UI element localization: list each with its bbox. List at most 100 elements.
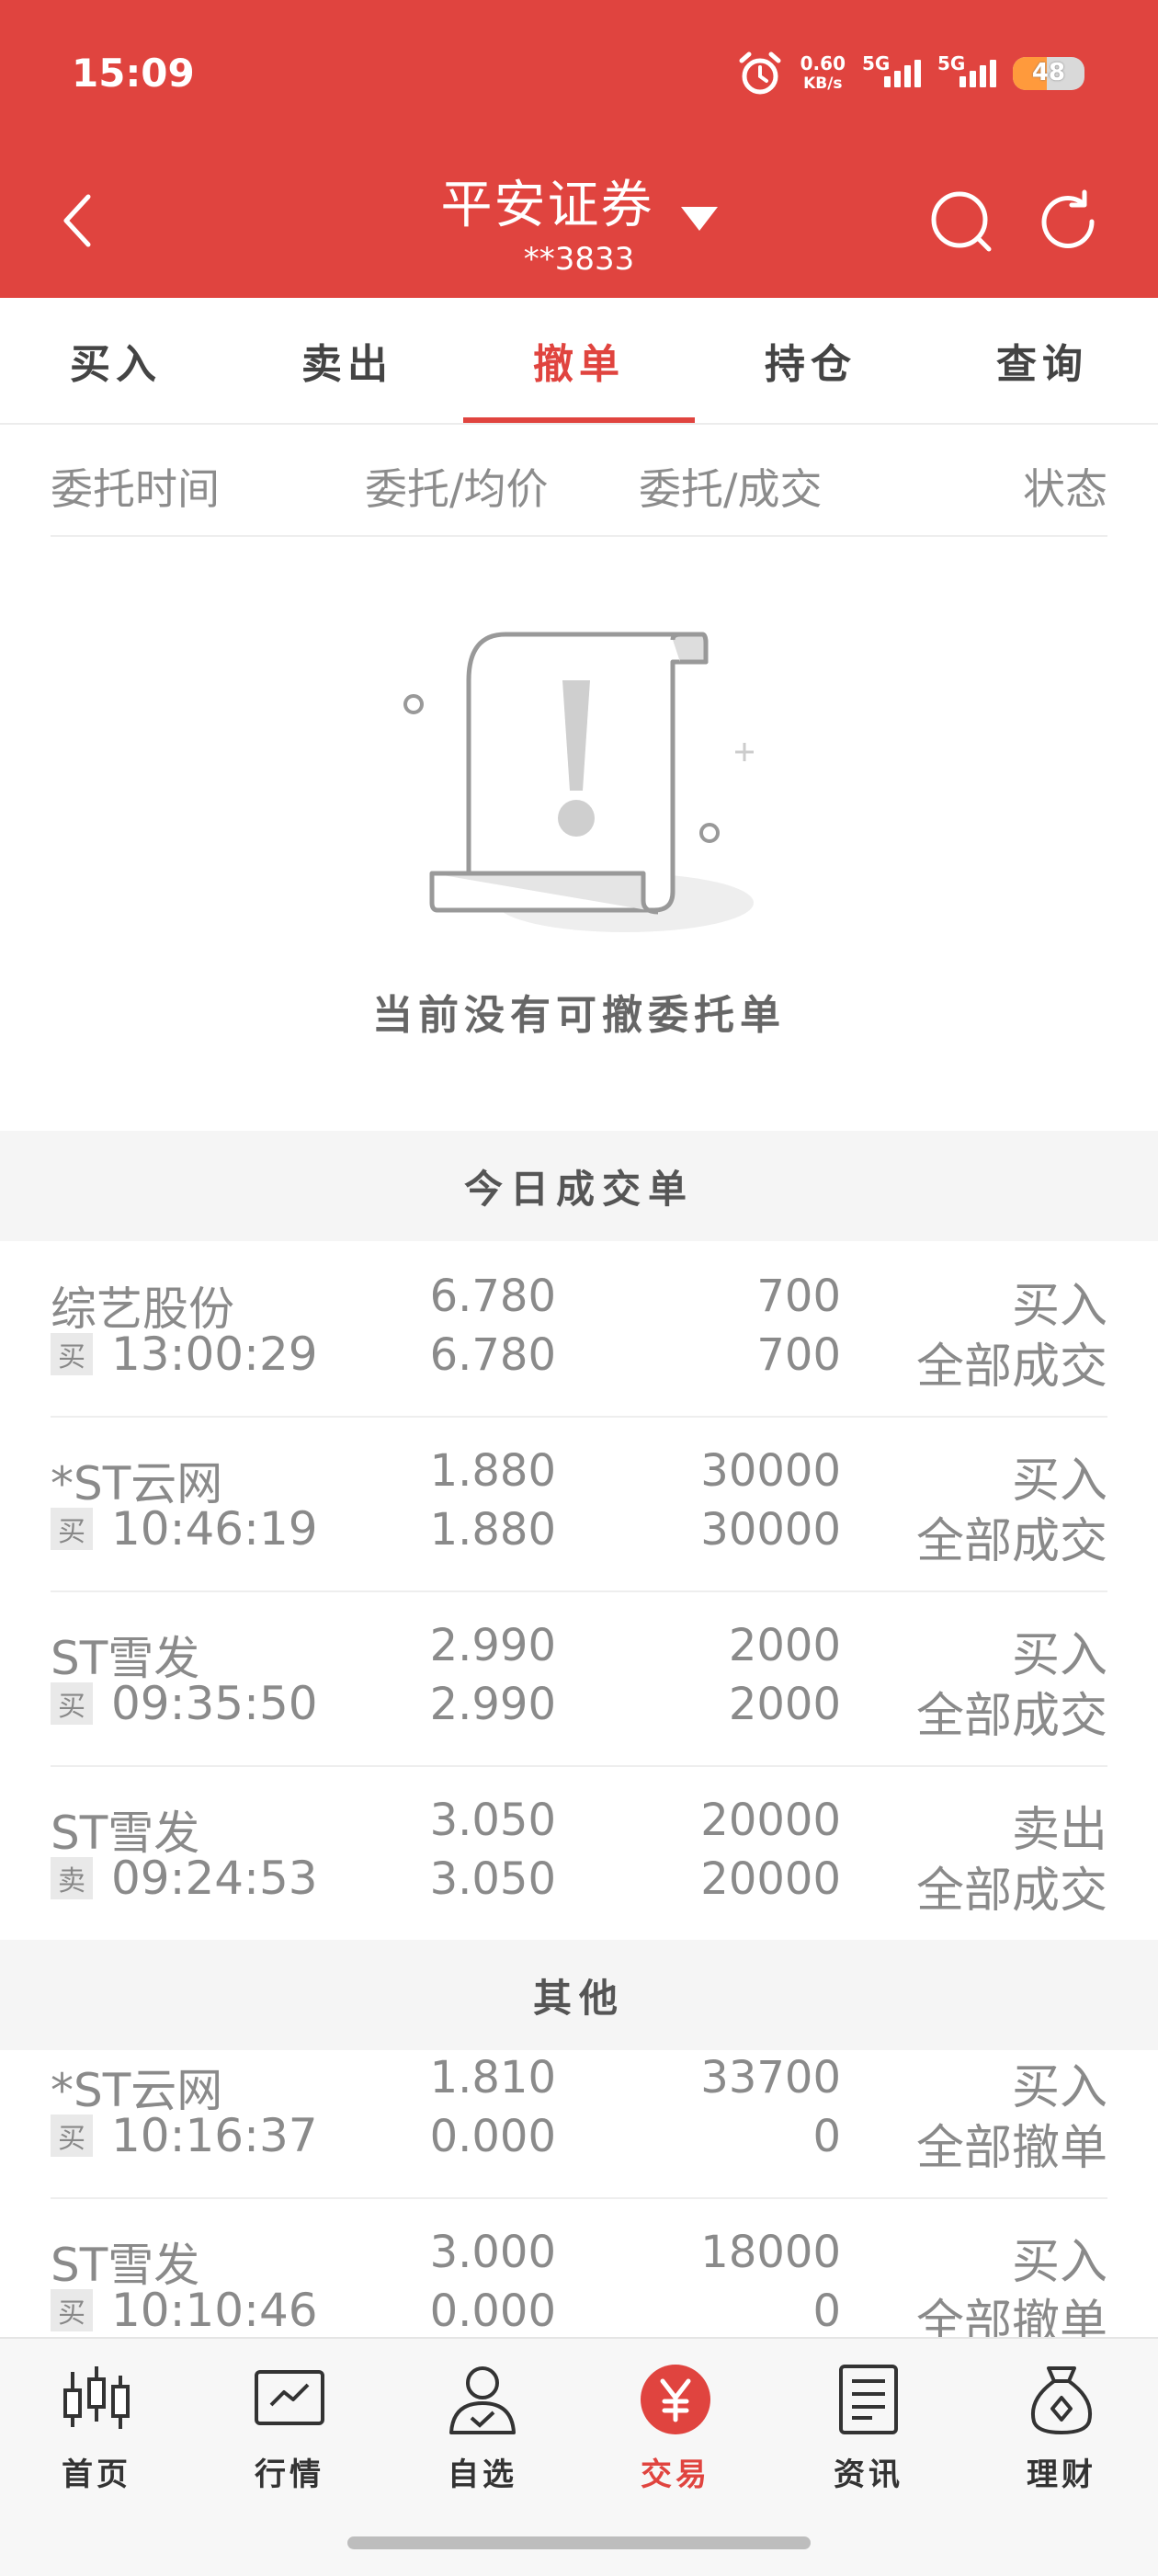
market-chart-icon [255,2370,324,2425]
col-qty: 委托/成交 [639,464,823,514]
alarm-icon [739,51,781,95]
side-badge: 买 [51,1682,93,1725]
home-indicator[interactable] [347,2536,811,2549]
nav-label-news: 资讯 [834,2456,903,2493]
filled-qty: 0 [812,2285,841,2337]
order-qty: 20000 [700,1795,841,1846]
avg-price: 2.990 [429,1679,556,1730]
filled-qty: 30000 [700,1504,841,1556]
avg-price: 3.050 [429,1853,556,1905]
tab-cancel[interactable]: 撤单 [463,298,695,423]
side-badge: 买 [51,2289,93,2331]
order-side: 买入 [1011,1453,1107,1509]
net-speed-unit: KB/s [803,74,843,93]
order-time: 10:46:19 [111,1502,318,1556]
order-qty: 700 [756,1271,841,1322]
nav-label-home: 首页 [62,2456,131,2493]
signal-1-icon: 5G [862,52,921,87]
nav-label-wealth: 理财 [1027,2456,1096,2493]
order-row[interactable]: *ST云网买 10:46:19 1.880 1.880 30000 30000 买入 全部成交 [51,1418,1107,1592]
order-price: 3.000 [429,2227,556,2278]
tab-query[interactable]: 查询 [926,298,1158,423]
signal-2-icon: 5G [937,52,996,87]
nav-item-news[interactable]: 资讯 [772,2363,965,2519]
order-row[interactable]: *ST云网买 10:16:37 1.810 0.000 33700 0 买入 全部撤单 [51,2024,1107,2199]
order-row[interactable]: ST雪发买 10:10:46 3.000 0.000 18000 0 买入 全部撤单 [51,2199,1107,2337]
col-price: 委托/均价 [365,464,549,514]
candlestick-icon [63,2366,130,2429]
trade-tabs: 买入 卖出 撤单 持仓 查询 [0,298,1158,425]
order-side: 买入 [1011,2060,1107,2115]
order-status: 全部成交 [915,1864,1107,1919]
sim2-tag: 5G [937,52,966,74]
order-qty: 33700 [700,2052,841,2103]
order-status: 全部成交 [915,1689,1107,1744]
order-qty: 2000 [728,1620,841,1671]
status-time: 15:09 [72,51,195,96]
order-time: 13:00:29 [111,1328,318,1381]
app-header: 15:09 0.60 KB/s 5G 5G 48 平安证券 **3833 [0,0,1158,298]
other-orders-list: *ST云网买 10:16:37 1.810 0.000 33700 0 买入 全部撤单 ST雪发… [0,2023,1158,2337]
tab-sell[interactable]: 卖出 [232,298,463,423]
battery-level: 48 [1031,59,1066,86]
net-speed: 0.60 KB/s [800,53,846,94]
empty-document-icon [403,632,754,932]
dropdown-caret-icon [680,206,718,231]
empty-message: 当前没有可撤委托单 [372,992,786,1039]
refresh-icon[interactable] [1037,188,1103,255]
nav-label-trade: 交易 [641,2456,710,2493]
nav-item-watchlist[interactable]: 自选 [386,2363,579,2519]
avg-price: 0.000 [429,2285,556,2337]
order-row[interactable]: ST雪发卖 09:24:53 3.050 3.050 20000 20000 卖出 全部成交 [51,1767,1107,1942]
side-badge: 买 [51,1508,93,1550]
nav-item-wealth[interactable]: 理财 [965,2363,1158,2519]
page-title: 平安证券 [440,176,654,235]
yuan-icon [641,2365,710,2434]
order-status: 全部撤单 [915,2296,1107,2337]
order-time: 10:16:37 [111,2109,318,2162]
order-price: 3.050 [429,1795,556,1846]
nav-item-trade[interactable]: 交易 [579,2363,772,2519]
order-qty: 18000 [700,2227,841,2278]
battery-icon: 48 [1013,57,1084,90]
avg-price: 0.000 [429,2111,556,2162]
filled-qty: 700 [756,1329,841,1381]
filled-qty: 20000 [700,1853,841,1905]
order-row[interactable]: 综艺股份买 13:00:29 6.780 6.780 700 700 买入 全部成交 [51,1243,1107,1418]
order-status: 全部成交 [915,1339,1107,1395]
side-badge: 买 [51,2114,93,2157]
net-speed-value: 0.60 [800,52,846,74]
order-price: 2.990 [429,1620,556,1671]
tab-buy[interactable]: 买入 [0,298,232,423]
avg-price: 1.880 [429,1504,556,1556]
nav-item-market[interactable]: 行情 [193,2363,386,2519]
col-status: 状态 [1023,464,1107,514]
order-time: 10:10:46 [111,2284,318,2337]
col-time: 委托时间 [51,464,220,514]
order-price: 1.810 [429,2052,556,2103]
filled-qty: 0 [812,2111,841,2162]
order-status: 全部撤单 [915,2121,1107,2176]
column-header: 委托时间 委托/均价 委托/成交 状态 [51,425,1107,537]
nav-label-market: 行情 [255,2456,324,2493]
order-row[interactable]: ST雪发买 09:35:50 2.990 2.990 2000 2000 买入 全部成交 [51,1592,1107,1767]
nav-label-watchlist: 自选 [448,2456,517,2493]
search-icon[interactable] [928,188,994,255]
side-badge: 卖 [51,1857,93,1899]
tab-holdings[interactable]: 持仓 [695,298,926,423]
order-side: 买入 [1011,1279,1107,1334]
order-side: 买入 [1011,1628,1107,1683]
sim1-tag: 5G [862,52,891,74]
order-price: 6.780 [429,1271,556,1322]
order-time: 09:35:50 [111,1677,318,1730]
money-bag-icon [1031,2366,1092,2435]
order-status: 全部成交 [915,1514,1107,1569]
order-time: 09:24:53 [111,1852,318,1905]
today-section-title: 今日成交单 [0,1131,1158,1241]
order-qty: 30000 [700,1445,841,1497]
nav-item-home[interactable]: 首页 [0,2363,193,2519]
news-doc-icon [839,2365,898,2434]
order-side: 卖出 [1011,1803,1107,1858]
user-check-icon [449,2366,516,2434]
avg-price: 6.780 [429,1329,556,1381]
